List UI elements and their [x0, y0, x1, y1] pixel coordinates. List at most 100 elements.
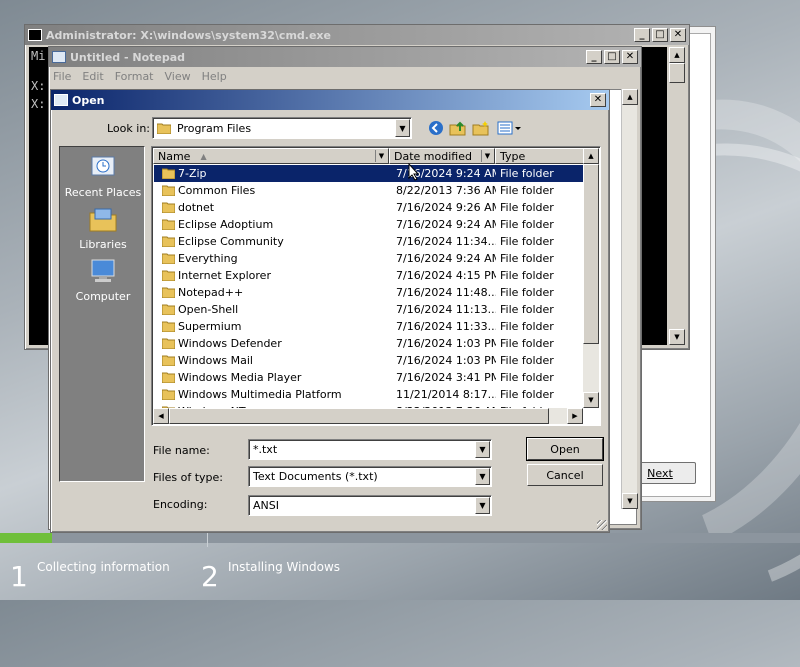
look-in-dropdown[interactable]: Program Files ▼: [152, 117, 412, 139]
menu-help[interactable]: Help: [202, 70, 227, 83]
menu-view[interactable]: View: [165, 70, 191, 83]
cancel-button[interactable]: Cancel: [527, 464, 603, 486]
folder-icon: [162, 168, 175, 179]
close-button[interactable]: ✕: [622, 50, 638, 64]
file-name-input[interactable]: *.txt ▼: [248, 439, 492, 460]
file-name-value: *.txt: [253, 443, 278, 456]
menu-file[interactable]: File: [53, 70, 71, 83]
cmd-titlebar[interactable]: Administrator: X:\windows\system32\cmd.e…: [25, 25, 689, 45]
cmd-scrollbar[interactable]: ▲ ▼: [669, 47, 685, 345]
file-type: File folder: [500, 184, 554, 197]
file-date: 7/16/2024 1:03 PM: [396, 354, 496, 367]
places-bar: Recent Places Libraries Computer: [59, 146, 145, 482]
view-menu-icon[interactable]: [496, 119, 522, 137]
notepad-titlebar[interactable]: Untitled - Notepad _ □ ✕: [49, 47, 641, 67]
cmd-icon: [28, 29, 42, 41]
scroll-left-button[interactable]: ◀: [153, 408, 169, 424]
step-label: Collecting information: [37, 560, 170, 574]
close-button[interactable]: ✕: [670, 28, 686, 42]
progress-divider: [207, 533, 208, 547]
file-date: 7/16/2024 11:33...: [396, 320, 496, 333]
chevron-down-icon[interactable]: ▼: [375, 150, 387, 162]
open-titlebar[interactable]: Open ✕: [51, 90, 609, 110]
place-label: Libraries: [79, 238, 127, 251]
resize-grip[interactable]: [597, 520, 607, 530]
file-row[interactable]: Windows Defender 7/16/2024 1:03 PM File fo…: [154, 335, 586, 352]
file-date: 7/16/2024 3:41 PM: [396, 371, 496, 384]
file-row[interactable]: Windows Multimedia Platform 11/21/2014 8:…: [154, 386, 586, 403]
minimize-button[interactable]: _: [634, 28, 650, 42]
file-row[interactable]: Eclipse Community 7/16/2024 11:34... File …: [154, 233, 586, 250]
scroll-down-button[interactable]: ▼: [669, 329, 685, 345]
file-date: 7/16/2024 9:26 AM: [396, 201, 496, 214]
maximize-button[interactable]: □: [604, 50, 620, 64]
folder-icon: [162, 185, 175, 196]
file-row[interactable]: Supermium 7/16/2024 11:33... File folder: [154, 318, 586, 335]
file-name: Windows Multimedia Platform: [178, 388, 342, 401]
file-date: 11/21/2014 8:17...: [396, 388, 496, 401]
file-row[interactable]: Common Files 8/22/2013 7:36 AM File folder: [154, 182, 586, 199]
maximize-button[interactable]: □: [652, 28, 668, 42]
up-folder-icon[interactable]: [448, 119, 468, 137]
files-of-type-label: Files of type:: [153, 471, 224, 484]
place-libraries[interactable]: Libraries: [60, 205, 146, 251]
file-row[interactable]: Everything 7/16/2024 9:24 AM File folder: [154, 250, 586, 267]
file-date: 7/16/2024 9:24 AM: [396, 218, 496, 231]
column-header-type[interactable]: Type: [495, 148, 587, 164]
chevron-down-icon[interactable]: ▼: [481, 150, 493, 162]
place-recent-places[interactable]: Recent Places: [60, 153, 146, 199]
chevron-down-icon[interactable]: ▼: [475, 441, 490, 458]
file-row[interactable]: Open-Shell 7/16/2024 11:13... File folder: [154, 301, 586, 318]
scroll-down-button[interactable]: ▼: [622, 493, 638, 509]
scroll-right-button[interactable]: ▶: [567, 408, 583, 424]
file-row[interactable]: dotnet 7/16/2024 9:26 AM File folder: [154, 199, 586, 216]
place-label: Recent Places: [64, 186, 142, 199]
chevron-down-icon[interactable]: ▼: [475, 468, 490, 485]
file-name: Eclipse Adoptium: [178, 218, 274, 231]
step-label: Installing Windows: [228, 560, 341, 574]
chevron-down-icon[interactable]: ▼: [395, 119, 410, 137]
file-date: 7/16/2024 11:34...: [396, 235, 496, 248]
open-dialog: Open ✕ Look in: Program Files ▼ Recent P…: [50, 89, 610, 533]
notepad-scrollbar[interactable]: ▲ ▼: [621, 89, 638, 509]
file-row[interactable]: Windows Mail 7/16/2024 1:03 PM File folder: [154, 352, 586, 369]
files-of-type-select[interactable]: Text Documents (*.txt) ▼: [248, 466, 492, 487]
file-name: Eclipse Community: [178, 235, 284, 248]
back-icon[interactable]: [426, 119, 446, 137]
scroll-thumb[interactable]: [669, 63, 685, 83]
minimize-button[interactable]: _: [586, 50, 602, 64]
menu-format[interactable]: Format: [115, 70, 154, 83]
scroll-down-button[interactable]: ▼: [583, 392, 599, 408]
chevron-down-icon[interactable]: ▼: [475, 497, 490, 514]
column-label: Date modified: [394, 149, 472, 163]
close-button[interactable]: ✕: [590, 93, 606, 107]
file-date: 7/16/2024 11:13...: [396, 303, 496, 316]
file-row[interactable]: Eclipse Adoptium 7/16/2024 9:24 AM File fo…: [154, 216, 586, 233]
place-computer[interactable]: Computer: [60, 257, 146, 303]
mouse-cursor-icon: [408, 163, 420, 181]
notepad-menubar: File Edit Format View Help: [49, 67, 641, 85]
scroll-up-button[interactable]: ▲: [622, 89, 638, 105]
file-date: 7/16/2024 1:03 PM: [396, 337, 496, 350]
scroll-up-button[interactable]: ▲: [669, 47, 685, 63]
column-header-date[interactable]: Date modified ▼: [389, 148, 495, 164]
scroll-thumb[interactable]: [169, 408, 549, 424]
folder-icon: [162, 321, 175, 332]
scroll-up-button[interactable]: ▲: [583, 148, 599, 164]
open-button[interactable]: Open: [526, 437, 604, 461]
file-list-hscroll[interactable]: ◀ ▶: [153, 408, 583, 424]
new-folder-icon[interactable]: [471, 119, 491, 137]
folder-icon: [162, 202, 175, 213]
column-header-name[interactable]: Name ▲ ▼: [153, 148, 389, 164]
file-row[interactable]: 7-Zip 7/16/2024 9:24 AM File folder: [154, 165, 586, 182]
file-row[interactable]: Windows Media Player 7/16/2024 3:41 PM Fil…: [154, 369, 586, 386]
folder-icon: [162, 253, 175, 264]
file-row[interactable]: Internet Explorer 7/16/2024 4:15 PM File f…: [154, 267, 586, 284]
encoding-select[interactable]: ANSI ▼: [248, 495, 492, 516]
scroll-thumb[interactable]: [583, 164, 599, 344]
file-list-vscroll[interactable]: ▲ ▼: [583, 148, 599, 408]
menu-edit[interactable]: Edit: [82, 70, 103, 83]
file-row[interactable]: Notepad++ 7/16/2024 11:48... File folder: [154, 284, 586, 301]
file-list[interactable]: Name ▲ ▼ Date modified ▼ Type 7-Zip 7/16/…: [151, 146, 601, 426]
file-name: Common Files: [178, 184, 256, 197]
